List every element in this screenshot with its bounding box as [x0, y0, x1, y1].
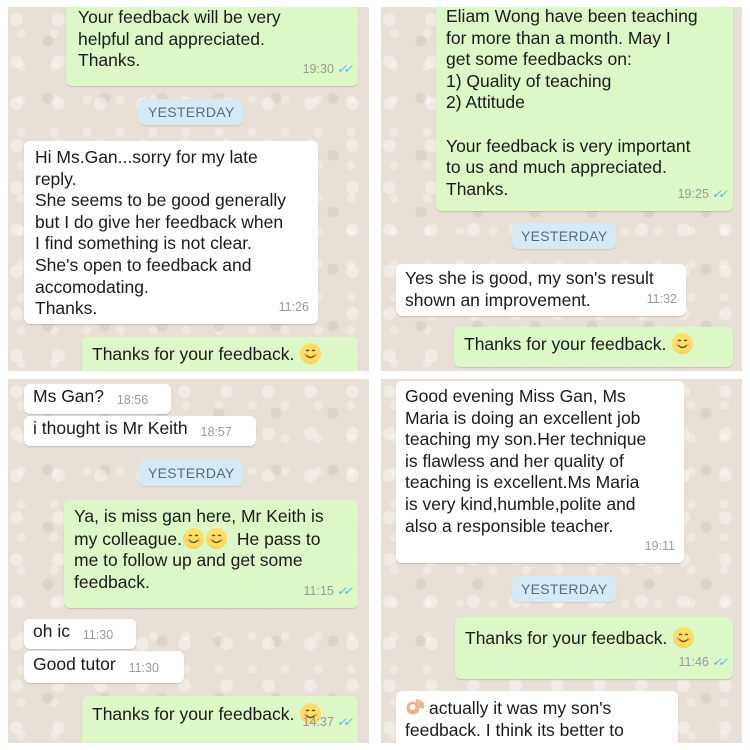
message-meta: 11:15 ✓✓ [303, 581, 354, 603]
message-time: 19:25 [677, 187, 709, 202]
message-text: Thanks for your feedback. [465, 628, 668, 648]
message-text: oh ic [33, 621, 70, 641]
message-text: my colleague. [74, 528, 182, 549]
message-text: Yes she is good, my son's result shown a… [405, 268, 654, 310]
message-line: my colleague. He pass to [74, 527, 348, 551]
double-check-icon: ✓✓ [336, 584, 353, 599]
message-time: 19:30 [302, 62, 334, 77]
date-separator: YESTERDAY [139, 99, 244, 125]
message-text: actually it was my son's feedback. I thi… [405, 698, 624, 740]
double-check-icon: ✓✓ [336, 62, 353, 77]
message-meta: 14:37 ✓✓ [302, 712, 353, 734]
chat-screenshot-bottom-left: Ms Gan? 18:56 i thought is Mr Keith 18:5… [8, 379, 369, 743]
date-separator: YESTERDAY [512, 223, 617, 249]
ok-hand-emoji [405, 697, 425, 717]
outgoing-message[interactable]: Thanks for your feedback. [454, 327, 733, 367]
message-text: Good tutor [33, 654, 116, 674]
chat-screenshot-bottom-right: Good evening Miss Gan, Ms Maria is doing… [381, 379, 742, 743]
chat-screenshot-top-right: Eliam Wong have been teaching for more t… [381, 7, 742, 371]
smiling-face-emoji [673, 627, 695, 648]
date-separator: YESTERDAY [512, 576, 617, 602]
message-text: Eliam Wong have been teaching for more t… [446, 7, 698, 199]
incoming-message[interactable]: Yes she is good, my son's result shown a… [396, 264, 686, 316]
message-text: Thanks for your feedback. [464, 334, 667, 354]
message-time: 11:46 [678, 655, 709, 670]
outgoing-message[interactable]: Thanks for your feedback. [82, 337, 358, 371]
message-time: 11:32 [646, 292, 677, 307]
message-text: Thanks for your feedback. [92, 704, 295, 724]
smiling-face-emoji [300, 343, 322, 364]
message-meta: 11:46 ✓✓ [678, 652, 729, 674]
message-text: Thanks for your feedback. [92, 344, 295, 364]
outgoing-message[interactable]: Your feedback will be very helpful and a… [66, 7, 358, 86]
chat-screenshot-top-left: Your feedback will be very helpful and a… [8, 7, 369, 371]
message-text: He pass to [236, 528, 321, 549]
message-text: Ya, is miss gan here, Mr Keith is [74, 506, 324, 526]
smiling-face-emoji [672, 333, 694, 354]
incoming-message[interactable]: Good evening Miss Gan, Ms Maria is doing… [396, 381, 684, 563]
incoming-message[interactable]: Hi Ms.Gan...sorry for my late reply. She… [24, 141, 318, 324]
outgoing-message[interactable]: Ya, is miss gan here, Mr Keith is my col… [64, 500, 358, 608]
message-text: i thought is Mr Keith [33, 418, 188, 438]
outgoing-message[interactable]: Thanks for your feedback. 11:46 ✓✓ [455, 617, 733, 679]
incoming-message[interactable]: oh ic 11:30 [24, 619, 136, 649]
smiling-face-emoji [182, 527, 204, 549]
incoming-message[interactable]: i thought is Mr Keith 18:57 [24, 416, 256, 446]
incoming-message[interactable]: Ms Gan? 18:56 [24, 384, 171, 414]
message-time: 11:30 [128, 661, 159, 675]
message-meta: 19:25 ✓✓ [677, 184, 728, 206]
message-time: 11:26 [278, 300, 309, 315]
double-check-icon: ✓✓ [711, 187, 728, 202]
double-check-icon: ✓✓ [711, 655, 728, 670]
message-time: 18:56 [116, 393, 149, 407]
message-time: 11:15 [303, 584, 334, 599]
message-meta: 19:30 ✓✓ [302, 59, 353, 81]
message-time: 18:57 [200, 425, 232, 439]
message-text: Good evening Miss Gan, Ms Maria is doing… [405, 386, 647, 536]
message-text: Hi Ms.Gan...sorry for my late reply. She… [35, 147, 286, 319]
smiling-face-emoji [205, 527, 227, 549]
outgoing-message[interactable]: Thanks for your feedback. 14:37 ✓✓ [82, 696, 358, 743]
incoming-message[interactable]: Good tutor 11:30 [24, 651, 184, 683]
outgoing-message[interactable]: Eliam Wong have been teaching for more t… [436, 7, 733, 211]
double-check-icon: ✓✓ [336, 715, 353, 730]
incoming-message[interactable]: actually it was my son's feedback. I thi… [396, 691, 678, 743]
message-time: 19:11 [644, 539, 675, 554]
message-text: Ms Gan? [33, 386, 104, 406]
message-time: 14:37 [302, 715, 334, 730]
message-time: 11:30 [82, 628, 114, 642]
date-separator: YESTERDAY [139, 460, 244, 486]
